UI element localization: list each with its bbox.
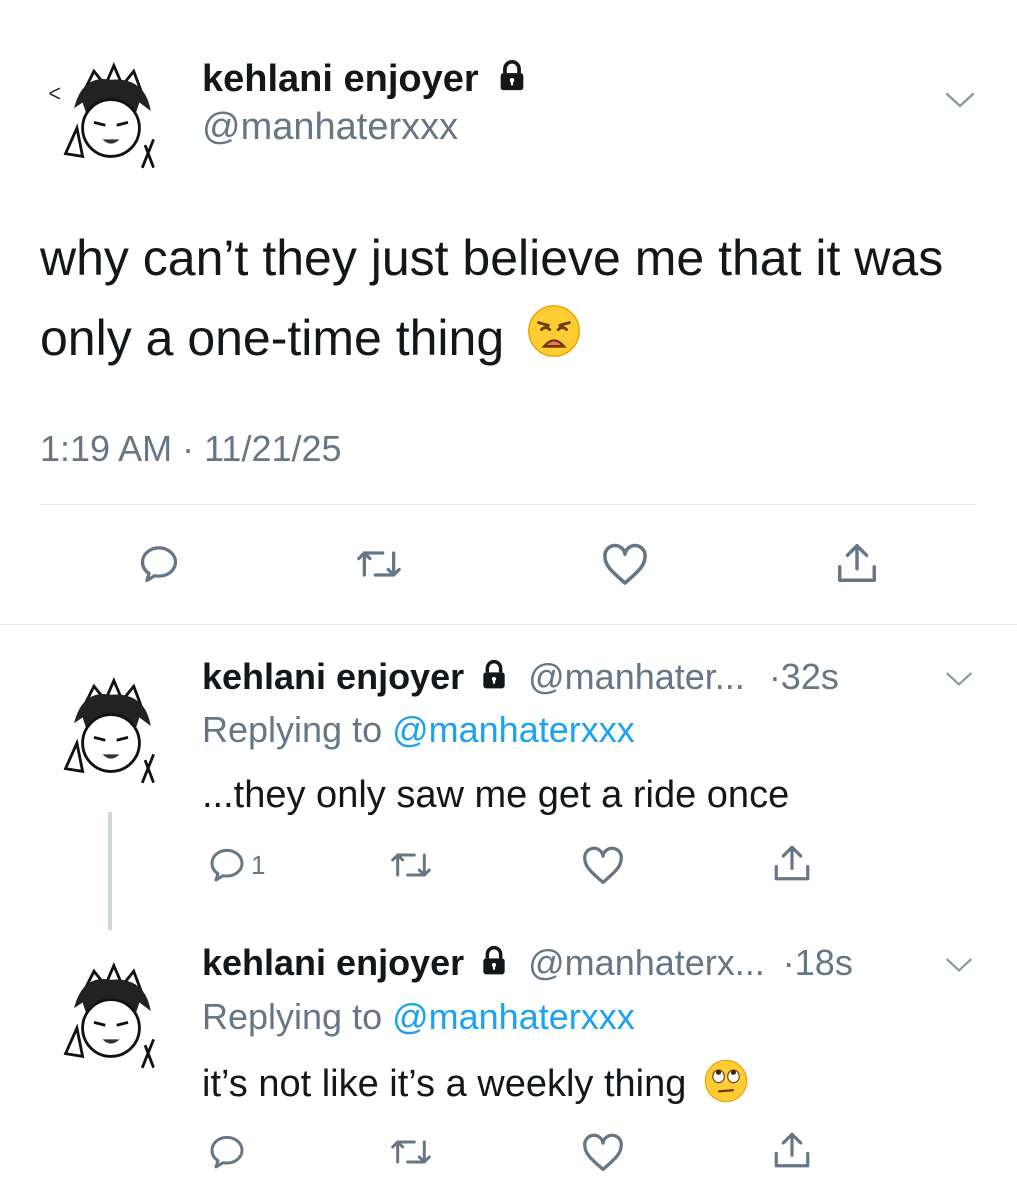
tweet-timestamp[interactable]: 1:19 AM · 11/21/25	[40, 428, 342, 470]
reply-icon[interactable]	[137, 542, 181, 586]
section-divider	[0, 624, 1017, 625]
like-icon[interactable]	[581, 1133, 625, 1173]
weary-face-emoji	[526, 302, 582, 382]
tweet-body: why can’t they just believe me that it w…	[40, 230, 944, 366]
user-handle[interactable]: @manhaterxxx	[202, 106, 458, 149]
display-name[interactable]: kehlani enjoyer	[202, 58, 479, 100]
avatar[interactable]	[40, 655, 182, 797]
tweet-body: it’s not like it’s a weekly thing	[202, 1063, 687, 1106]
reply-count: 1	[251, 849, 266, 880]
avatar[interactable]: ᐸ	[40, 40, 182, 182]
display-name[interactable]: kehlani enjoyer	[202, 656, 464, 697]
replying-to-link[interactable]: @manhaterxxx	[392, 996, 635, 1037]
retweet-icon[interactable]	[389, 845, 433, 885]
display-name[interactable]: kehlani enjoyer	[202, 942, 464, 983]
thread-line	[108, 812, 112, 930]
share-icon[interactable]	[770, 1129, 814, 1171]
user-handle[interactable]: @manhaterx...	[528, 942, 765, 983]
reply-icon[interactable]	[207, 1132, 247, 1172]
lock-icon	[495, 59, 529, 103]
lock-icon	[478, 658, 510, 700]
chevron-down-icon[interactable]	[944, 90, 976, 110]
replying-to-link[interactable]: @manhaterxxx	[392, 709, 635, 750]
tweet-text: why can’t they just believe me that it w…	[40, 218, 960, 382]
tweet-body: ...they only saw me get a ride once	[202, 774, 790, 816]
divider	[40, 504, 976, 505]
replying-to-label: Replying to	[202, 996, 393, 1037]
share-icon[interactable]	[833, 540, 881, 586]
tweet-time[interactable]: ·18s	[783, 942, 853, 983]
like-icon[interactable]	[601, 543, 649, 587]
svg-text:ᐸ: ᐸ	[49, 85, 61, 104]
retweet-icon[interactable]	[389, 1132, 433, 1172]
lock-icon	[478, 944, 510, 986]
share-icon[interactable]	[770, 842, 814, 884]
eye-roll-emoji	[703, 1058, 749, 1114]
avatar[interactable]	[40, 940, 182, 1082]
like-icon[interactable]	[581, 846, 625, 886]
user-handle[interactable]: @manhater...	[528, 656, 745, 697]
reply-icon[interactable]: 1	[207, 845, 265, 885]
replying-to-label: Replying to	[202, 709, 393, 750]
chevron-down-icon[interactable]	[944, 670, 974, 688]
chevron-down-icon[interactable]	[944, 956, 974, 974]
tweet-time[interactable]: ·32s	[769, 656, 839, 697]
retweet-icon[interactable]	[355, 542, 403, 586]
